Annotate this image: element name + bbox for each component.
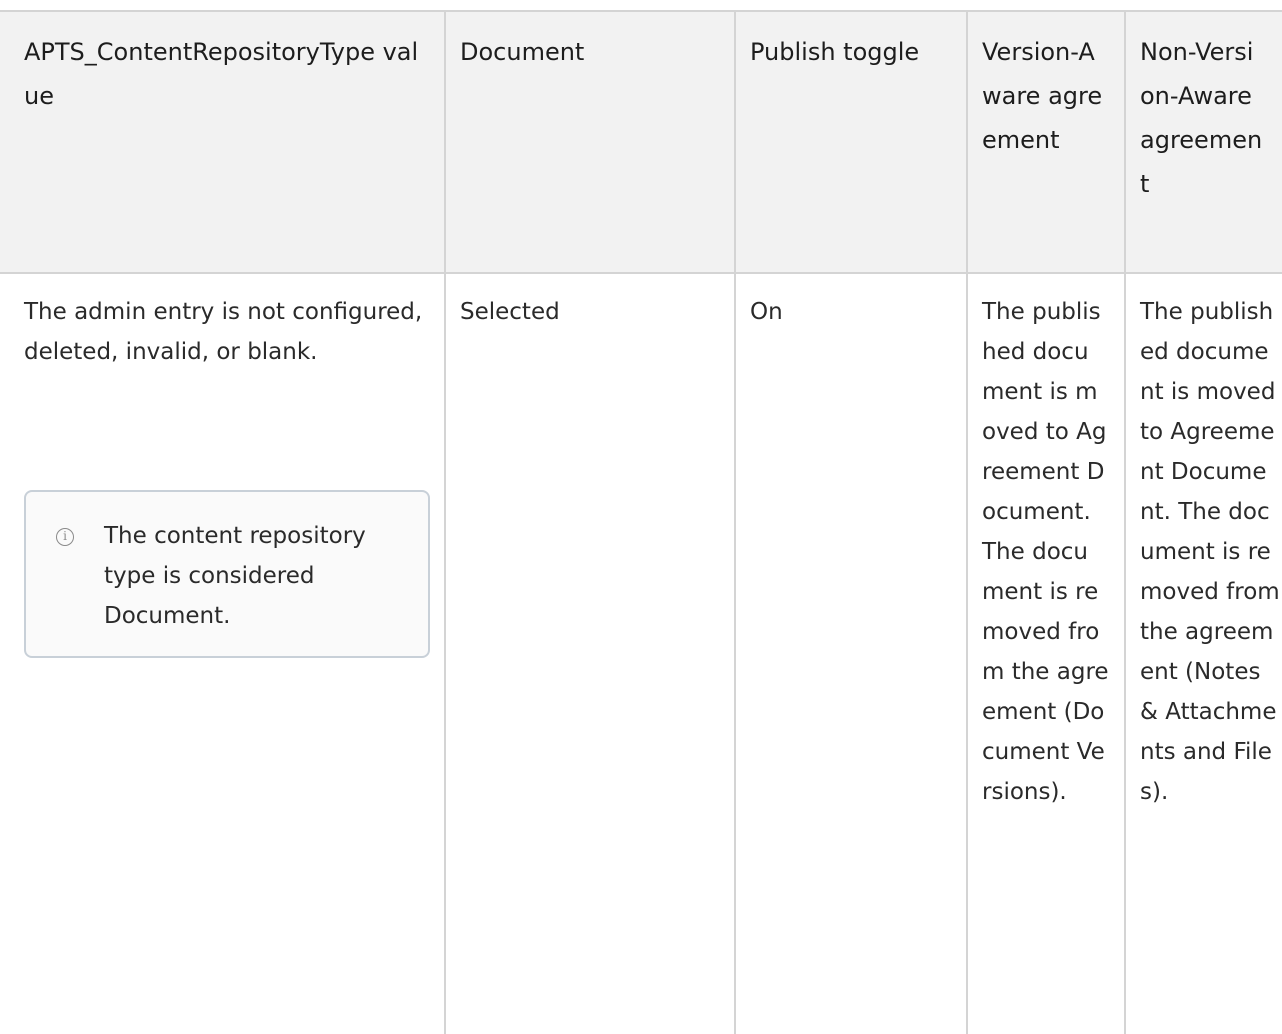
header-non-version-aware: Non-Version-Aware agreement	[1140, 38, 1263, 198]
column-divider	[734, 10, 736, 1034]
column-divider	[1124, 10, 1126, 1034]
content-repository-table: APTS_ContentRepositoryType value Documen…	[0, 10, 1282, 1034]
column-divider	[966, 10, 968, 1034]
header-document: Document	[460, 38, 585, 66]
cell-publish-toggle: On	[750, 299, 783, 325]
info-note-text: The content repository type is considere…	[104, 523, 366, 629]
info-note: i The content repository type is conside…	[24, 490, 430, 658]
cell-repository-type-value: The admin entry is not configured, delet…	[24, 299, 423, 365]
cell-document: Selected	[460, 299, 560, 325]
column-divider	[444, 10, 446, 1034]
header-version-aware: Version-Aware agreement	[982, 38, 1103, 154]
cell-non-version-aware: The published document is moved to Agree…	[1140, 299, 1280, 805]
info-icon: i	[56, 528, 74, 546]
header-content-repository-type: APTS_ContentRepositoryType value	[24, 38, 419, 110]
header-publish-toggle: Publish toggle	[750, 38, 920, 66]
cell-version-aware: The published document is moved to Agree…	[982, 299, 1109, 805]
